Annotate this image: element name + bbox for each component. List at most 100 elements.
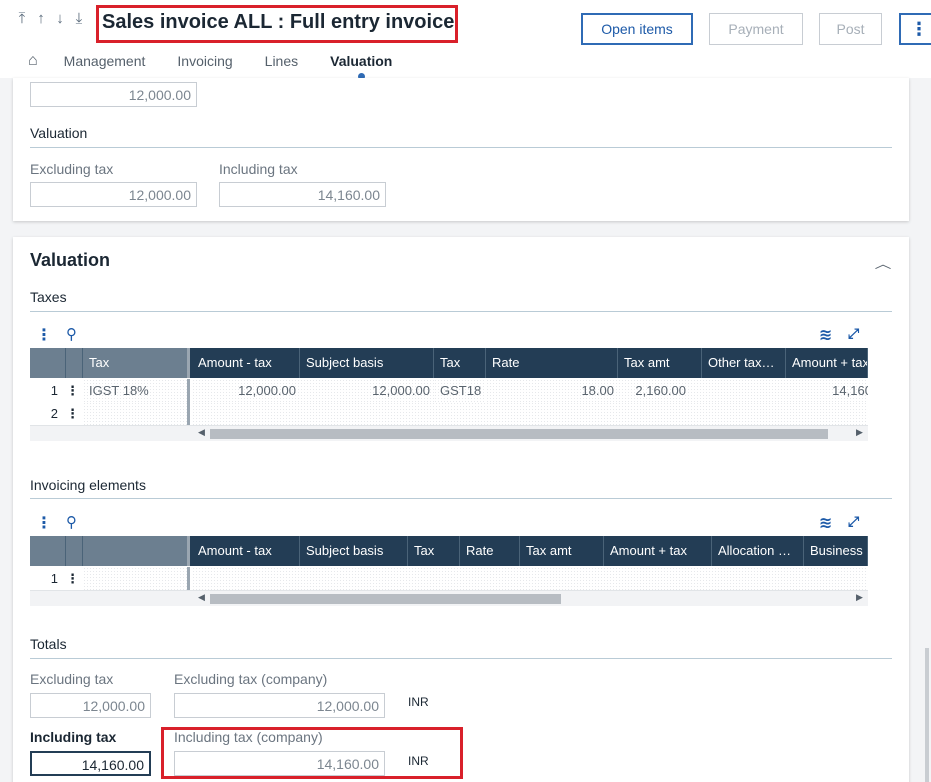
column-header-business-unit[interactable]: Business U	[804, 536, 868, 566]
currency-label: INR	[408, 695, 429, 709]
layers-icon[interactable]: ≋	[819, 513, 832, 533]
next-record-icon[interactable]: ↓	[52, 10, 68, 27]
including-tax-field[interactable]: 14,160.00	[219, 182, 386, 207]
cell-subject-basis[interactable]: 12,000.00	[300, 379, 434, 402]
row-menu-icon[interactable]: ⋮	[66, 567, 83, 590]
taxes-title: Taxes	[30, 289, 67, 305]
column-header-tax[interactable]: Tax	[83, 348, 190, 378]
empty-cell[interactable]	[83, 567, 190, 590]
excluding-tax-label: Excluding tax	[30, 161, 114, 177]
row-number: 1	[30, 379, 66, 402]
column-header-amount-tax[interactable]: Amount - tax	[192, 348, 300, 378]
column-header	[30, 348, 66, 378]
row-menu-icon[interactable]: ⋮	[66, 379, 83, 402]
tab-valuation[interactable]: Valuation	[330, 53, 392, 80]
record-navigation: ⤒ ↑ ↓ ⤓	[14, 10, 87, 27]
post-button[interactable]: Post	[819, 13, 882, 45]
search-icon[interactable]: ⚲	[66, 513, 77, 531]
grid-menu-icon[interactable]: ⋮	[36, 513, 52, 533]
column-header	[83, 536, 190, 566]
grid-menu-icon[interactable]: ⋮	[36, 325, 52, 345]
column-header	[66, 348, 83, 378]
table-row[interactable]: 1 ⋮	[30, 567, 868, 590]
scroll-left-icon[interactable]: ◀	[198, 592, 205, 603]
cell-tax-code[interactable]: GST18	[434, 379, 486, 402]
cell-other-tax[interactable]	[702, 379, 786, 402]
previous-record-icon[interactable]: ↑	[33, 10, 49, 27]
column-header-tax[interactable]: Tax	[408, 536, 460, 566]
including-tax-field[interactable]: 14,160.00	[30, 751, 151, 776]
search-icon[interactable]: ⚲	[66, 325, 77, 343]
divider	[30, 147, 892, 148]
column-header-rate[interactable]: Rate	[486, 348, 618, 378]
cell-amount-tax[interactable]: 12,000.00	[192, 379, 300, 402]
expand-icon[interactable]: ⤢	[848, 513, 859, 530]
scroll-thumb[interactable]	[210, 594, 561, 604]
chevron-up-icon[interactable]: ︿	[875, 255, 892, 272]
section-title: Valuation	[30, 125, 88, 141]
column-header-rate[interactable]: Rate	[460, 536, 520, 566]
column-header	[66, 536, 83, 566]
row-number: 2	[30, 402, 66, 425]
tab-bar: ⌂ Management Invoicing Lines Valuation	[28, 52, 424, 80]
open-items-button[interactable]: Open items	[581, 13, 693, 45]
excluding-tax-company-field[interactable]: 12,000.00	[174, 693, 385, 718]
highlight-box	[161, 727, 463, 779]
invoicing-elements-title: Invoicing elements	[30, 477, 146, 493]
layers-icon[interactable]: ≋	[819, 325, 832, 345]
table-row[interactable]: 2 ⋮	[30, 402, 868, 425]
grid-header: Tax Amount - tax Subject basis Tax Rate …	[30, 348, 868, 378]
cell-amount-plus-tax[interactable]: 14,160.00	[786, 379, 868, 402]
expand-icon[interactable]: ⤢	[848, 325, 859, 342]
column-header-amount-plus-tax[interactable]: Amount + tax	[786, 348, 868, 378]
first-record-icon[interactable]: ⤒	[14, 10, 30, 27]
more-actions-button[interactable]: ⋮	[899, 13, 931, 45]
previous-amount-field[interactable]: 12,000.00	[30, 82, 197, 107]
scroll-thumb[interactable]	[210, 429, 828, 439]
column-header	[30, 536, 66, 566]
empty-cells[interactable]	[192, 402, 868, 425]
excluding-tax-label: Excluding tax	[30, 671, 114, 687]
column-header-subject-basis[interactable]: Subject basis	[300, 348, 434, 378]
totals-title: Totals	[30, 636, 67, 652]
cell-tax[interactable]: IGST 18%	[83, 379, 190, 402]
column-header-subject-basis[interactable]: Subject basis	[300, 536, 408, 566]
grid-header: Amount - tax Subject basis Tax Rate Tax …	[30, 536, 868, 566]
tab-invoicing[interactable]: Invoicing	[177, 53, 232, 69]
including-tax-label: Including tax	[30, 729, 117, 745]
column-header-other-tax[interactable]: Other tax…	[702, 348, 786, 378]
card-title: Valuation	[30, 250, 111, 270]
amount-plus-tax-value: 14,160.00	[832, 383, 868, 398]
column-header-tax-code[interactable]: Tax	[434, 348, 486, 378]
valuation-card: Valuation ︿ Taxes ⋮ ⚲ ≋ ⤢ Tax Amount - t…	[13, 237, 909, 782]
column-header-tax-amt[interactable]: Tax amt	[618, 348, 702, 378]
row-menu-icon[interactable]: ⋮	[66, 402, 83, 425]
scroll-right-icon[interactable]: ▶	[856, 592, 863, 603]
cell-tax[interactable]	[83, 402, 190, 425]
column-header-amount-tax[interactable]: Amount - tax	[192, 536, 300, 566]
tab-lines[interactable]: Lines	[265, 53, 298, 69]
column-header-amount-plus-tax[interactable]: Amount + tax	[604, 536, 712, 566]
column-header-allocation[interactable]: Allocation …	[712, 536, 804, 566]
vertical-scrollbar[interactable]	[925, 648, 929, 782]
cell-tax-amt[interactable]: 2,160.00	[618, 379, 702, 402]
scroll-left-icon[interactable]: ◀	[198, 427, 205, 438]
column-header-tax-amt[interactable]: Tax amt	[520, 536, 604, 566]
excluding-tax-field[interactable]: 12,000.00	[30, 693, 151, 718]
excluding-tax-field[interactable]: 12,000.00	[30, 182, 197, 207]
empty-cells[interactable]	[192, 567, 868, 590]
scroll-right-icon[interactable]: ▶	[856, 427, 863, 438]
table-row[interactable]: 1 ⋮ IGST 18% 12,000.00 12,000.00 GST18 1…	[30, 379, 868, 402]
home-icon[interactable]: ⌂	[28, 52, 38, 70]
excluding-tax-company-label: Excluding tax (company)	[174, 671, 328, 687]
row-number: 1	[30, 567, 66, 590]
last-record-icon[interactable]: ⤓	[71, 10, 87, 27]
taxes-grid: ⋮ ⚲ ≋ ⤢ Tax Amount - tax Subject basis T…	[30, 325, 868, 455]
horizontal-scrollbar[interactable]: ◀ ▶	[30, 590, 868, 606]
tab-management[interactable]: Management	[64, 53, 146, 69]
invoicing-elements-grid: ⋮ ⚲ ≋ ⤢ Amount - tax Subject basis Tax R…	[30, 513, 868, 613]
payment-button[interactable]: Payment	[709, 13, 803, 45]
horizontal-scrollbar[interactable]: ◀ ▶	[30, 425, 868, 441]
divider	[30, 311, 892, 312]
cell-rate[interactable]: 18.00	[486, 379, 618, 402]
